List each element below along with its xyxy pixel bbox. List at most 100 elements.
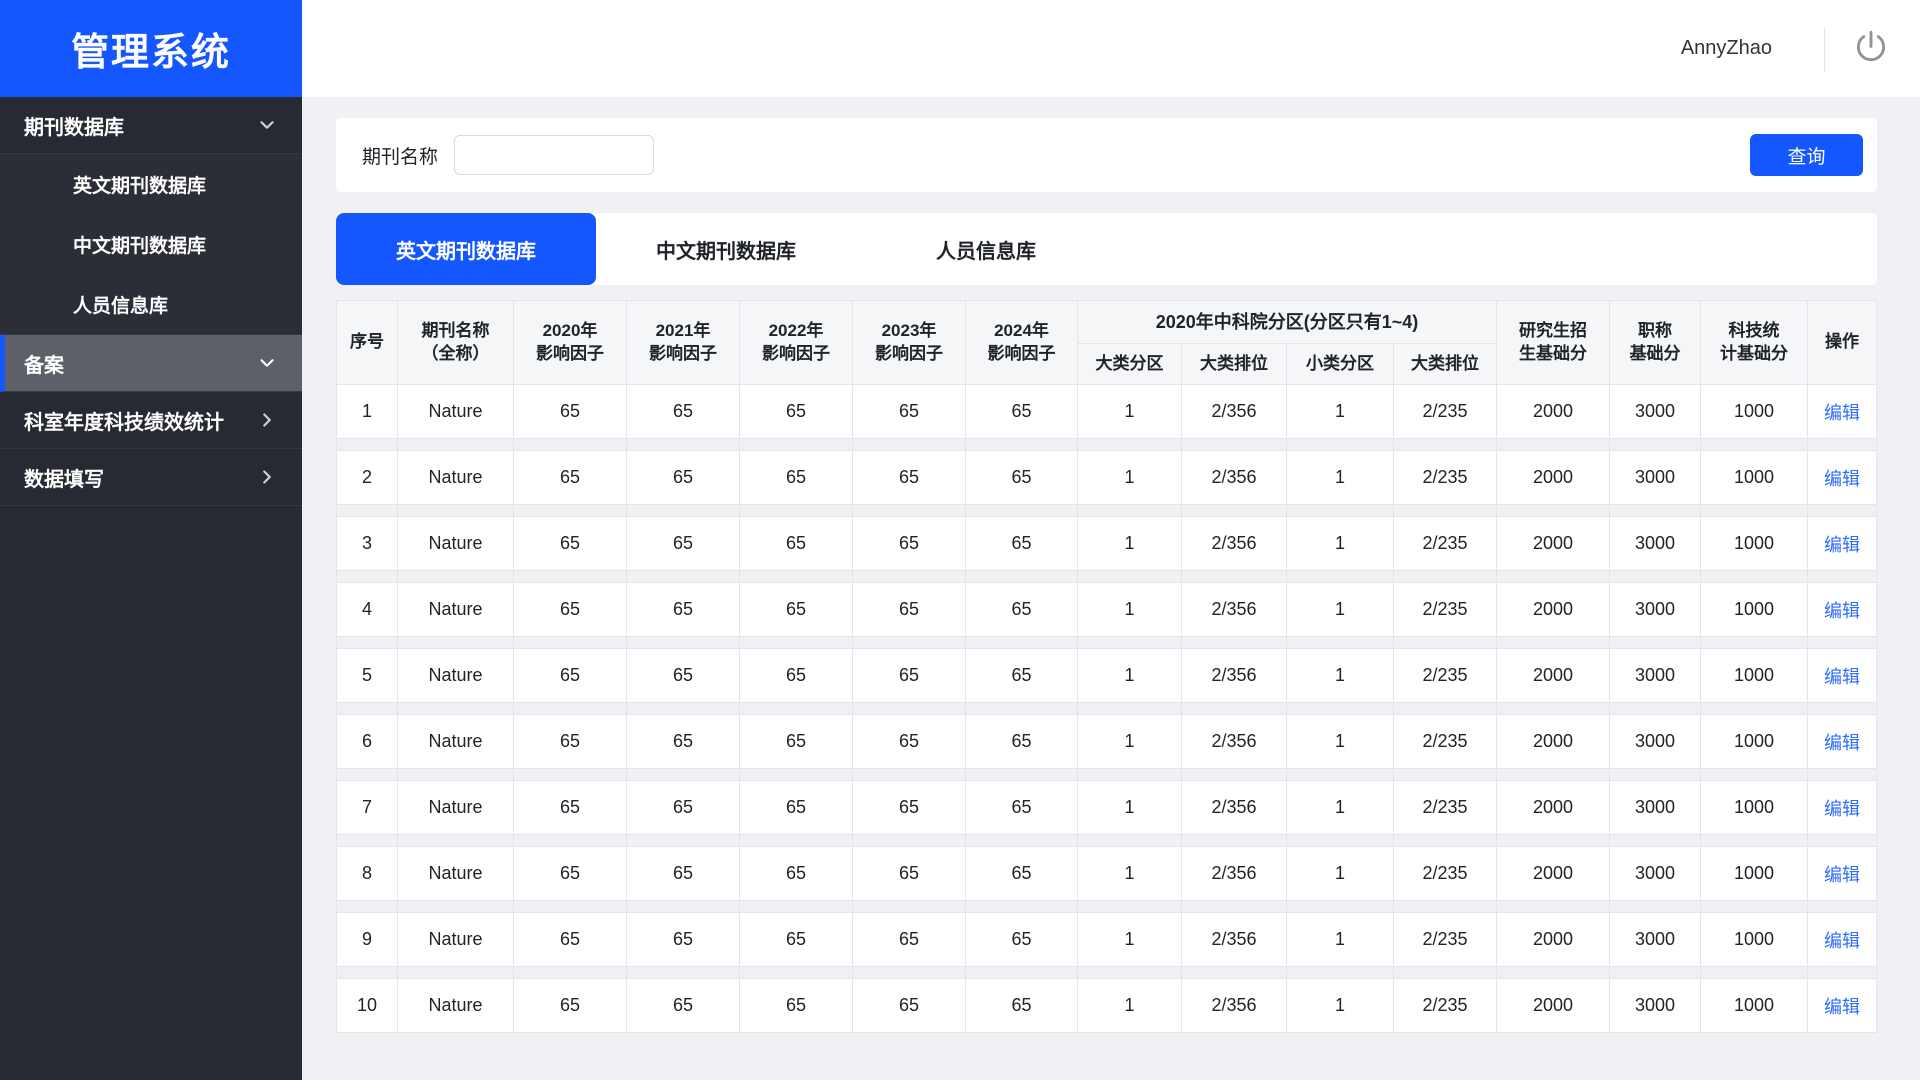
cell-cas_minor: 1 [1287, 451, 1394, 505]
row-spacer-cell [1287, 439, 1394, 451]
row-spacer-cell [514, 769, 627, 781]
edit-link[interactable]: 编辑 [1824, 865, 1860, 885]
edit-link[interactable]: 编辑 [1824, 799, 1860, 819]
row-spacer-cell [1394, 703, 1497, 715]
cell-if2021: 65 [627, 913, 740, 967]
cell-cas_minor: 1 [1287, 781, 1394, 835]
col-if-2022-line2: 影响因子 [743, 343, 849, 366]
col-if-2020-line1: 2020年 [517, 320, 623, 343]
cell-rank_score: 3000 [1610, 649, 1701, 703]
col-journal-name-line2: （全称） [401, 343, 510, 366]
cell-if2022: 65 [740, 385, 853, 439]
tab-chinese-journal-db[interactable]: 中文期刊数据库 [596, 213, 856, 285]
cell-if2022: 65 [740, 979, 853, 1033]
sidebar-item-label: 备案 [24, 349, 64, 378]
row-spacer-cell [853, 571, 966, 583]
row-spacer-cell [1610, 439, 1701, 451]
cell-tech_score: 1000 [1701, 913, 1808, 967]
edit-link[interactable]: 编辑 [1824, 931, 1860, 951]
row-spacer-cell [1808, 439, 1877, 451]
row-spacer-cell [966, 637, 1078, 649]
row-spacer-cell [337, 901, 398, 913]
sidebar-item-filing[interactable]: 备案 [0, 335, 302, 392]
cell-rank_score: 3000 [1610, 385, 1701, 439]
row-spacer-cell [853, 505, 966, 517]
col-if-2024-line1: 2024年 [969, 320, 1074, 343]
cell-action: 编辑 [1808, 913, 1877, 967]
edit-link[interactable]: 编辑 [1824, 601, 1860, 621]
row-spacer-cell [853, 703, 966, 715]
cell-if2024: 65 [966, 847, 1078, 901]
row-spacer-cell [740, 769, 853, 781]
row-spacer-cell [1610, 835, 1701, 847]
row-spacer-cell [966, 439, 1078, 451]
cell-if2020: 65 [514, 847, 627, 901]
cell-cas_major_rank: 2/356 [1182, 979, 1287, 1033]
row-spacer-cell [1287, 505, 1394, 517]
col-tech-base-score: 科技统 计基础分 [1701, 301, 1808, 385]
edit-link[interactable]: 编辑 [1824, 667, 1860, 687]
row-spacer-cell [1497, 835, 1610, 847]
cell-seq: 5 [337, 649, 398, 703]
query-button[interactable]: 查询 [1750, 134, 1863, 176]
sidebar-item-chinese-journal-db[interactable]: 中文期刊数据库 [0, 214, 302, 274]
edit-link[interactable]: 编辑 [1824, 997, 1860, 1017]
cell-name: Nature [398, 913, 514, 967]
row-spacer [337, 835, 1877, 847]
cell-cas_major_rank: 2/356 [1182, 649, 1287, 703]
cell-cas_minor: 1 [1287, 913, 1394, 967]
cell-if2021: 65 [627, 847, 740, 901]
cell-if2022: 65 [740, 649, 853, 703]
username[interactable]: AnnyZhao [1681, 37, 1772, 60]
cell-name: Nature [398, 781, 514, 835]
cell-rank_score: 3000 [1610, 979, 1701, 1033]
cell-if2021: 65 [627, 517, 740, 571]
cell-action: 编辑 [1808, 517, 1877, 571]
edit-link[interactable]: 编辑 [1824, 469, 1860, 489]
row-spacer [337, 637, 1877, 649]
row-spacer-cell [1808, 967, 1877, 979]
edit-link[interactable]: 编辑 [1824, 403, 1860, 423]
cell-if2020: 65 [514, 913, 627, 967]
sidebar-item-label: 数据填写 [24, 463, 104, 492]
journal-name-input[interactable] [454, 135, 654, 175]
row-spacer-cell [1394, 967, 1497, 979]
row-spacer-cell [1701, 637, 1808, 649]
row-spacer-cell [1078, 703, 1182, 715]
row-spacer-cell [398, 505, 514, 517]
cell-grad_score: 2000 [1497, 847, 1610, 901]
col-tech-line1: 科技统 [1704, 320, 1804, 343]
cell-if2023: 65 [853, 847, 966, 901]
row-spacer-cell [1808, 835, 1877, 847]
row-spacer-cell [1701, 967, 1808, 979]
cell-cas_minor_rank: 2/235 [1394, 583, 1497, 637]
sidebar-item-annual-performance[interactable]: 科室年度科技绩效统计 [0, 392, 302, 449]
cell-cas_minor: 1 [1287, 847, 1394, 901]
row-spacer-cell [853, 637, 966, 649]
sidebar-item-english-journal-db[interactable]: 英文期刊数据库 [0, 154, 302, 214]
sidebar-item-data-entry[interactable]: 数据填写 [0, 449, 302, 506]
cell-grad_score: 2000 [1497, 583, 1610, 637]
cell-seq: 3 [337, 517, 398, 571]
row-spacer-cell [1182, 769, 1287, 781]
row-spacer [337, 967, 1877, 979]
cell-tech_score: 1000 [1701, 715, 1808, 769]
logout-power-button[interactable] [1849, 27, 1893, 71]
row-spacer [337, 703, 1877, 715]
sidebar-item-personnel-db[interactable]: 人员信息库 [0, 274, 302, 334]
cell-name: Nature [398, 715, 514, 769]
row-spacer-cell [1610, 769, 1701, 781]
tab-english-journal-db[interactable]: 英文期刊数据库 [336, 213, 596, 285]
cell-if2021: 65 [627, 781, 740, 835]
cell-cas_major: 1 [1078, 517, 1182, 571]
cell-cas_major_rank: 2/356 [1182, 847, 1287, 901]
sidebar-item-journal-db[interactable]: 期刊数据库 [0, 97, 302, 154]
row-spacer-cell [966, 835, 1078, 847]
edit-link[interactable]: 编辑 [1824, 535, 1860, 555]
search-panel: 期刊名称 查询 [336, 118, 1877, 192]
edit-link[interactable]: 编辑 [1824, 733, 1860, 753]
tab-personnel-db[interactable]: 人员信息库 [856, 213, 1116, 285]
cell-cas_minor_rank: 2/235 [1394, 451, 1497, 505]
cell-action: 编辑 [1808, 649, 1877, 703]
row-spacer-cell [740, 439, 853, 451]
